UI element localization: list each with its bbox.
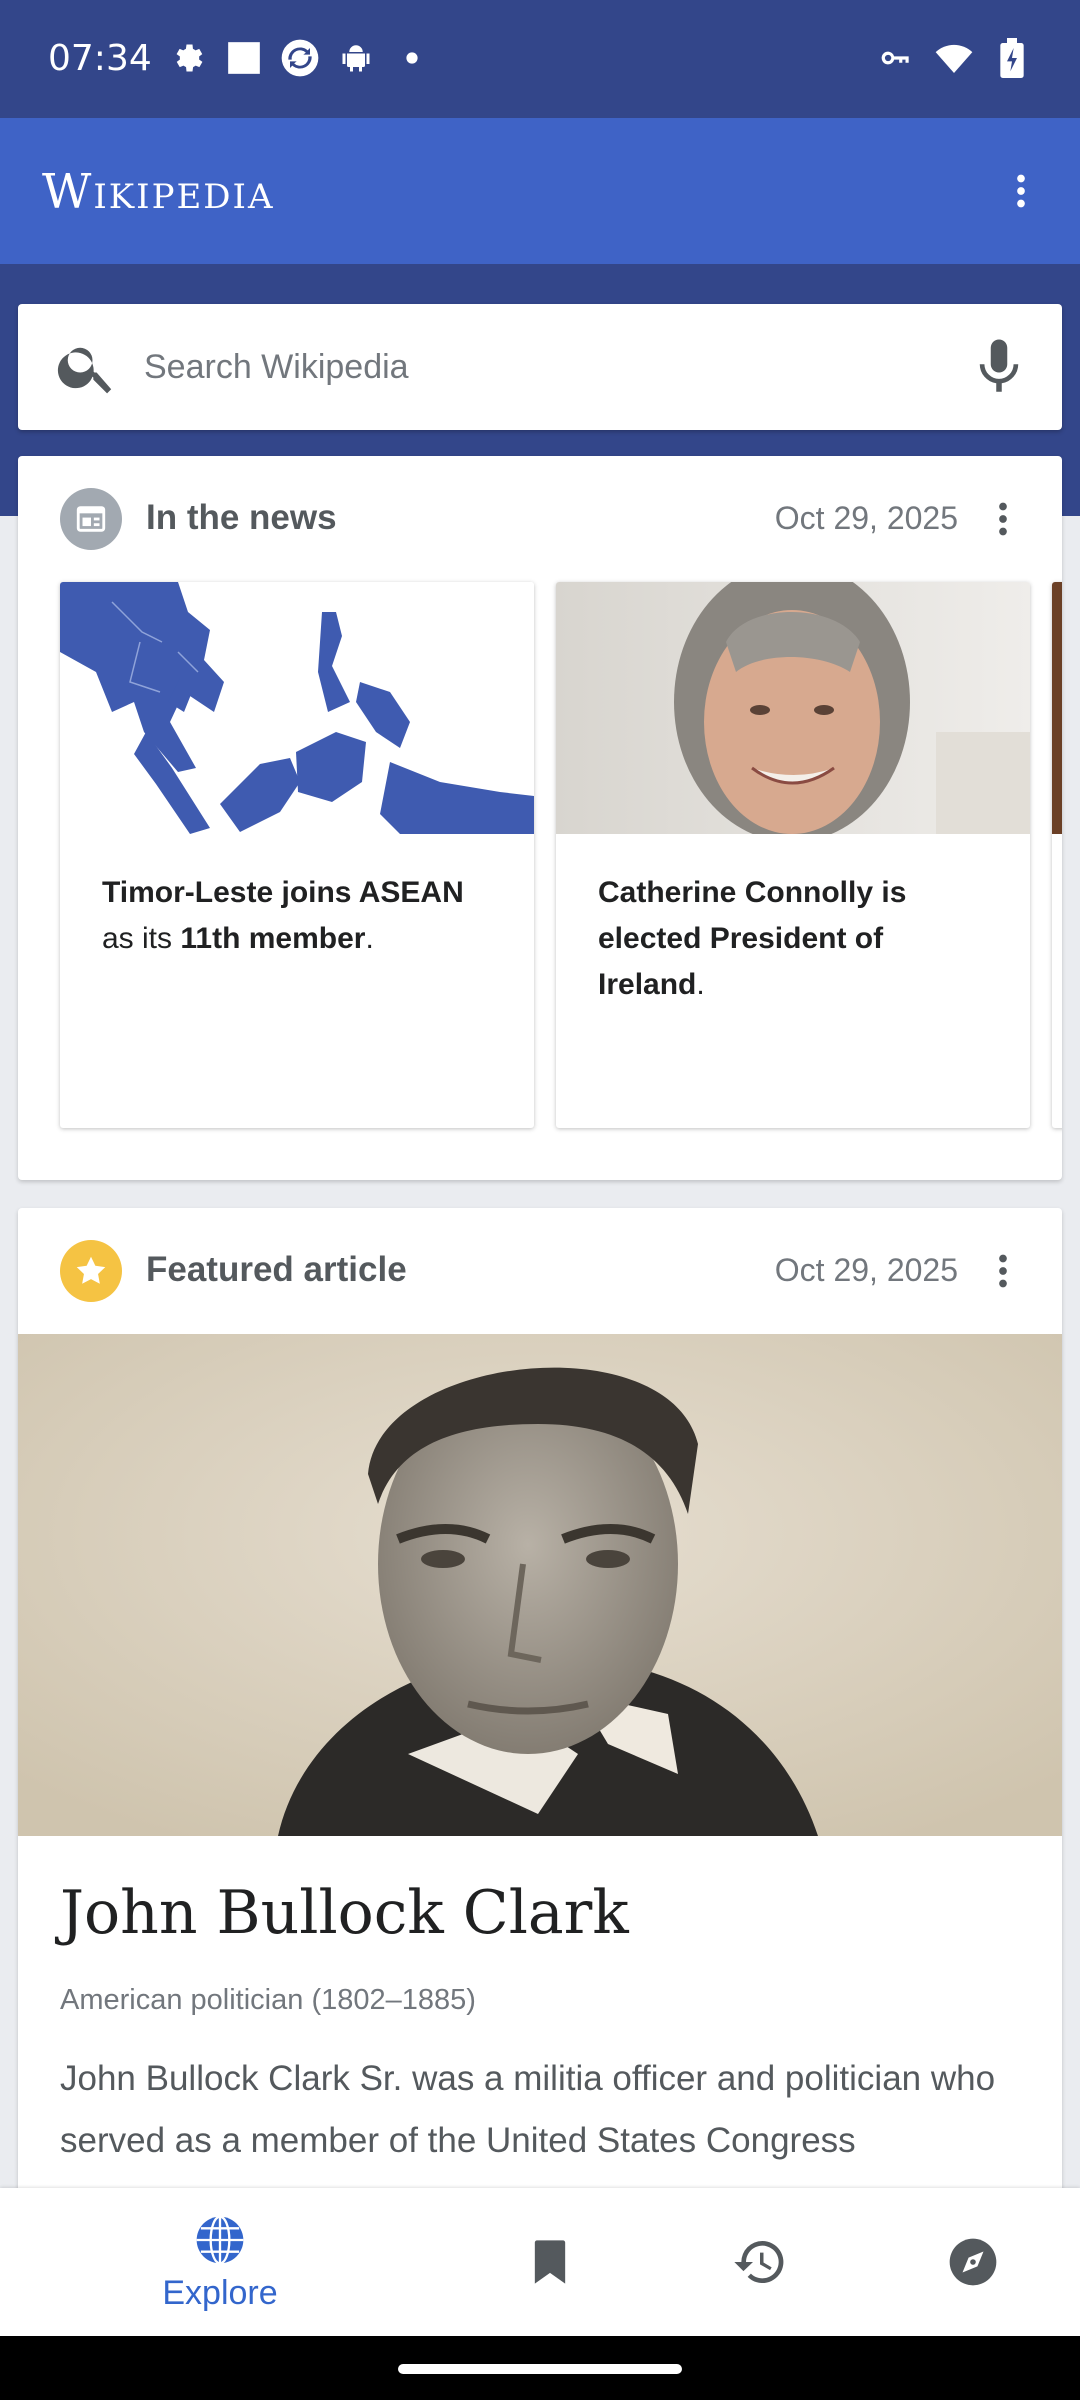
wifi-icon [934,38,974,78]
dot-icon [392,38,432,78]
news-item-asean-end: . [365,922,374,955]
featured-article-date: Oct 29, 2025 [774,1252,958,1288]
status-time: 07:34 [48,38,152,79]
featured-article-header: Featured article Oct 29, 2025 [18,1208,1062,1334]
search-icon [57,347,112,394]
nav-saved[interactable] [500,2188,600,2336]
news-item-peek[interactable] [1052,582,1062,1128]
bookmark-icon [534,2240,566,2284]
more-vertical-icon [999,502,1007,536]
news-item-asean-bold-2: 11th member [180,922,366,955]
john-bullock-clark-portrait [18,1334,1062,1836]
news-item-asean[interactable]: Timor-Leste joins ASEAN as its 11th memb… [60,582,534,1128]
in-the-news-header: In the news Oct 29, 2025 [18,456,1062,582]
nav-history[interactable] [710,2188,810,2336]
more-vertical-icon [999,1254,1007,1288]
battery-charging-icon [992,38,1032,78]
southeast-asia-map-image [60,582,534,834]
bottom-navigation: Explore [0,2188,1080,2336]
wikipedia-wordmark-text: Wikipedia [42,164,275,220]
search-bar[interactable] [18,304,1062,430]
status-bar: 07:34 [0,0,1080,118]
status-system-icons [876,38,1032,78]
microphone-icon[interactable] [966,334,1032,400]
star-icon [60,1240,122,1302]
square-notification-icon [224,38,264,78]
news-item-ireland[interactable]: Catherine Connolly is elected President … [556,582,1030,1128]
overflow-menu-button[interactable] [986,156,1056,226]
compass-icon [949,2238,997,2286]
catherine-connolly-photo [556,582,1030,834]
news-item-ireland-text: Catherine Connolly is elected President … [598,870,998,1008]
news-icon [60,488,122,550]
gesture-navigation-area [0,2336,1080,2400]
vpn-key-icon [876,38,916,78]
featured-article-menu-button[interactable] [970,1238,1036,1304]
history-icon [734,2241,784,2283]
gesture-handle[interactable] [398,2364,682,2374]
news-item-ireland-bold: Catherine Connolly is elected President … [598,876,907,1001]
news-item-ireland-end: . [696,968,705,1001]
nav-nearby[interactable] [923,2188,1023,2336]
status-notification-icons [168,38,432,78]
featured-article-extract: John Bullock Clark Sr. was a militia off… [60,2059,996,2160]
featured-article-heading: John Bullock Clark [60,1878,629,1948]
news-item-asean-text: Timor-Leste joins ASEAN as its 11th memb… [102,870,502,962]
in-the-news-menu-button[interactable] [970,486,1036,552]
app-bar: Wikipedia [0,118,1080,264]
featured-article-card[interactable]: Featured article Oct 29, 2025 John Bullo [18,1208,1062,2208]
search-input[interactable] [144,338,964,396]
featured-article-title: Featured article [146,1250,407,1289]
explore-globe-icon [196,2215,244,2264]
news-item-asean-mid: as its [102,922,181,955]
nav-explore-label: Explore [162,2273,278,2312]
more-vertical-icon [1017,174,1025,208]
nav-explore[interactable]: Explore [140,2188,300,2336]
news-item-peek-image [1052,582,1062,834]
news-item-asean-bold-1: Timor-Leste joins ASEAN [102,876,464,909]
in-the-news-date: Oct 29, 2025 [774,500,958,536]
settings-gear-icon [168,38,208,78]
in-the-news-title: In the news [146,498,337,537]
in-the-news-card: In the news Oct 29, 2025 Timor-Leste joi… [18,456,1062,1180]
wikipedia-wordmark: Wikipedia [42,164,275,220]
featured-article-description: American politician (1802–1885) [60,1984,476,2016]
sync-app-icon [280,38,320,78]
android-icon [336,38,376,78]
